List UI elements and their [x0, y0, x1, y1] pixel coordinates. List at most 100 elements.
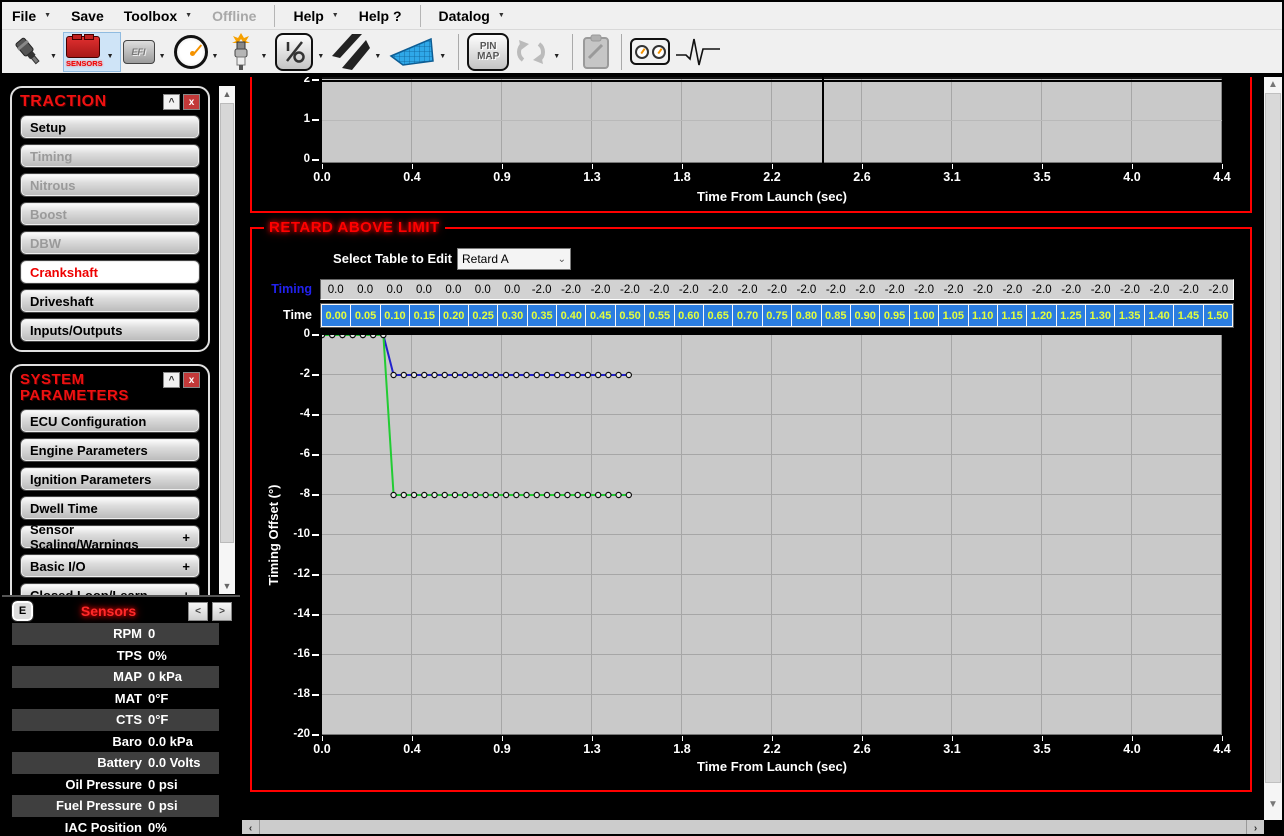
data-point[interactable] [473, 492, 478, 497]
time-cell[interactable]: 0.60 [675, 305, 703, 326]
io-toolbar-button[interactable]: ▼ [273, 32, 330, 72]
dropdown-arrow-icon[interactable]: ▼ [374, 53, 381, 60]
data-point[interactable] [381, 335, 386, 338]
data-point[interactable] [565, 492, 570, 497]
time-cell[interactable]: 0.00 [322, 305, 350, 326]
time-cell[interactable]: 0.40 [557, 305, 585, 326]
sensors-toolbar-button[interactable]: SENSORS ▼ [63, 32, 121, 72]
timing-cell[interactable]: -2.0 [674, 280, 703, 299]
data-point[interactable] [514, 372, 519, 377]
data-point[interactable] [555, 372, 560, 377]
data-point[interactable] [422, 372, 427, 377]
timing-cell[interactable]: 0.0 [350, 280, 379, 299]
data-point[interactable] [432, 372, 437, 377]
scroll-down-icon[interactable]: ▼ [1264, 799, 1282, 810]
data-point[interactable] [452, 372, 457, 377]
data-point[interactable] [565, 372, 570, 377]
sidebar-item-engine-parameters[interactable]: Engine Parameters [20, 438, 200, 462]
data-point[interactable] [514, 492, 519, 497]
timing-cell[interactable]: -2.0 [998, 280, 1027, 299]
horizontal-scrollbar[interactable]: ‹ › [242, 820, 1264, 836]
timing-cell[interactable]: -2.0 [1145, 280, 1174, 299]
sidebar-item-setup[interactable]: Setup [20, 115, 200, 139]
dropdown-arrow-icon[interactable]: ▼ [159, 53, 166, 60]
timing-cell[interactable]: -2.0 [762, 280, 791, 299]
notes-toolbar-button[interactable] [579, 32, 615, 72]
data-point[interactable] [503, 492, 508, 497]
scrollbar-thumb[interactable] [220, 103, 234, 543]
timing-cell[interactable]: -2.0 [527, 280, 556, 299]
timing-cell[interactable]: -2.0 [733, 280, 762, 299]
timing-cell[interactable]: -2.0 [645, 280, 674, 299]
time-cell[interactable]: 0.05 [351, 305, 379, 326]
spark-plug-toolbar-button[interactable]: ▼ [224, 32, 273, 72]
timing-cell[interactable]: -2.0 [792, 280, 821, 299]
time-cell[interactable]: 0.80 [792, 305, 820, 326]
data-point[interactable] [473, 372, 478, 377]
sidebar-item-basic-i-o[interactable]: Basic I/O+ [20, 554, 200, 578]
data-point[interactable] [442, 372, 447, 377]
menu-item-file[interactable]: File▼ [2, 2, 61, 29]
timing-cell[interactable]: -2.0 [703, 280, 732, 299]
retard-chart-plot-area[interactable] [322, 335, 1222, 735]
timing-cell[interactable]: 0.0 [468, 280, 497, 299]
data-point[interactable] [575, 372, 580, 377]
injector-toolbar-button[interactable]: ▼ [8, 32, 63, 72]
timing-cell[interactable]: -2.0 [968, 280, 997, 299]
data-point[interactable] [391, 492, 396, 497]
data-point[interactable] [483, 372, 488, 377]
data-point[interactable] [322, 335, 325, 338]
traction-close-button[interactable]: x [183, 94, 200, 110]
time-cell[interactable]: 0.65 [704, 305, 732, 326]
data-point[interactable] [544, 492, 549, 497]
timing-cell[interactable]: 0.0 [498, 280, 527, 299]
time-cell[interactable]: 0.95 [880, 305, 908, 326]
data-point[interactable] [585, 372, 590, 377]
upper-chart-plot-area[interactable] [322, 77, 1222, 163]
time-cell[interactable]: 0.85 [822, 305, 850, 326]
time-cell[interactable]: 1.20 [1027, 305, 1055, 326]
data-point[interactable] [371, 335, 376, 338]
time-cell[interactable]: 0.55 [645, 305, 673, 326]
sidebar-item-driveshaft[interactable]: Driveshaft [20, 289, 200, 313]
gauge-toolbar-button[interactable]: ▼ [172, 32, 225, 72]
data-point[interactable] [524, 492, 529, 497]
system-parameters-close-button[interactable]: x [183, 372, 200, 388]
time-cell[interactable]: 0.90 [851, 305, 879, 326]
sensors-next-button[interactable]: > [212, 602, 232, 621]
data-point[interactable] [534, 372, 539, 377]
sidebar-scrollbar[interactable]: ▲ ▼ [219, 86, 235, 594]
data-point[interactable] [360, 335, 365, 338]
time-cell[interactable]: 0.75 [763, 305, 791, 326]
timing-cell[interactable]: -2.0 [880, 280, 909, 299]
data-point[interactable] [463, 492, 468, 497]
sidebar-item-inputs-outputs[interactable]: Inputs/Outputs [20, 318, 200, 342]
data-point[interactable] [626, 372, 631, 377]
sensors-prev-button[interactable]: < [188, 602, 208, 621]
data-point[interactable] [606, 492, 611, 497]
timing-cell[interactable]: -2.0 [1115, 280, 1144, 299]
traction-collapse-button[interactable]: ^ [163, 94, 180, 110]
data-point[interactable] [606, 372, 611, 377]
scroll-up-icon[interactable]: ▲ [219, 86, 235, 102]
dropdown-arrow-icon[interactable]: ▼ [50, 53, 57, 60]
sidebar-item-crankshaft[interactable]: Crankshaft [20, 260, 200, 284]
timing-cell[interactable]: -2.0 [586, 280, 615, 299]
scroll-right-icon[interactable]: › [1247, 820, 1264, 836]
timing-cell[interactable]: 0.0 [380, 280, 409, 299]
timing-cell[interactable]: -2.0 [1027, 280, 1056, 299]
stripes-toolbar-button[interactable]: ▼ [330, 32, 387, 72]
timing-cell[interactable]: -2.0 [615, 280, 644, 299]
data-point[interactable] [534, 492, 539, 497]
time-cell[interactable]: 1.30 [1086, 305, 1114, 326]
time-cell[interactable]: 0.20 [440, 305, 468, 326]
data-point[interactable] [432, 492, 437, 497]
time-cell[interactable]: 0.45 [586, 305, 614, 326]
time-cell[interactable]: 1.10 [969, 305, 997, 326]
data-point[interactable] [411, 492, 416, 497]
sidebar-item-ignition-parameters[interactable]: Ignition Parameters [20, 467, 200, 491]
dropdown-arrow-icon[interactable]: ▼ [107, 53, 114, 60]
time-cell[interactable]: 0.70 [733, 305, 761, 326]
data-point[interactable] [411, 372, 416, 377]
sync-toolbar-button[interactable]: ▼ [511, 32, 566, 72]
